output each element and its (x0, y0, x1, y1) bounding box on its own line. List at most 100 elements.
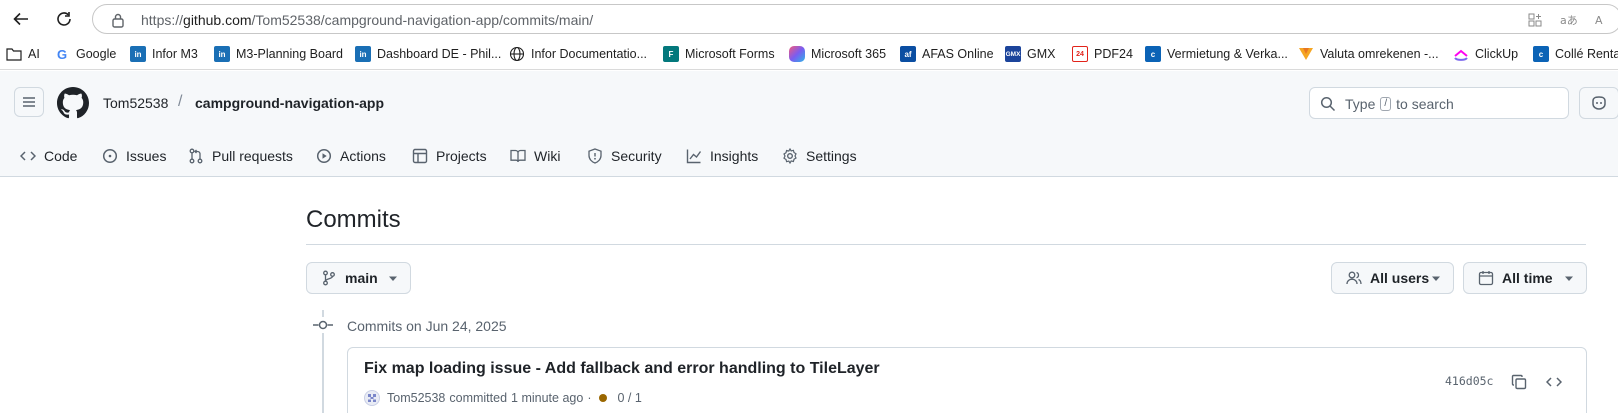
caret-down-icon (1565, 276, 1573, 281)
code-icon (20, 151, 36, 161)
bookmark-microsoft-forms[interactable]: F Microsoft Forms (663, 44, 775, 64)
globe-icon (509, 46, 525, 62)
bookmark-colle-rental[interactable]: c Collé Rental (1533, 44, 1618, 64)
bookmark-clickup[interactable]: ClickUp (1453, 44, 1518, 64)
copilot-button[interactable] (1579, 87, 1618, 119)
bookmark-valuta-omrekenen[interactable]: Valuta omrekenen -... (1298, 44, 1439, 64)
gear-icon (783, 148, 797, 164)
bookmark-dashboard-de[interactable]: in Dashboard DE - Phil... (355, 44, 501, 64)
url-path: /Tom52538/campground-navigation-app/comm… (251, 12, 594, 28)
bookmark-label: AI (28, 47, 40, 61)
breadcrumb-repo-link[interactable]: campground-navigation-app (195, 95, 384, 111)
commit-meta: Tom52538 committed 1 minute ago · 0 / 1 (364, 388, 642, 408)
tab-actions[interactable]: Actions (316, 135, 386, 177)
folder-icon (6, 46, 22, 62)
hamburger-icon (23, 97, 35, 107)
tab-label: Security (611, 148, 662, 164)
bookmark-label: Vermietung & Verka... (1167, 47, 1288, 61)
tab-settings[interactable]: Settings (782, 135, 857, 177)
tab-wiki[interactable]: Wiki (510, 135, 560, 177)
bookmark-microsoft-365[interactable]: Microsoft 365 (789, 44, 886, 64)
tab-label: Settings (806, 148, 857, 164)
tab-insights[interactable]: Insights (686, 135, 758, 177)
repo-tabs: Code Issues Pull requests Actions Projec… (0, 135, 1618, 177)
site-info-icon[interactable] (111, 12, 125, 28)
pdf24-icon: 24 (1072, 46, 1088, 62)
bookmark-ai[interactable]: AI (6, 44, 40, 64)
bookmark-label: Dashboard DE - Phil... (377, 47, 502, 61)
url-host: github.com (183, 12, 252, 28)
breadcrumb-separator: / (178, 93, 183, 110)
address-bar[interactable]: https://github.com/Tom52538/campground-n… (92, 4, 1618, 34)
app-install-icon[interactable] (1526, 11, 1544, 29)
browse-files-button[interactable] (1540, 368, 1568, 396)
github-logo-icon[interactable] (57, 87, 89, 119)
search-placeholder-prefix: Type (1345, 96, 1376, 112)
tab-issues[interactable]: Issues (102, 135, 166, 177)
tab-pull-requests[interactable]: Pull requests (188, 135, 293, 177)
commit-title-link[interactable]: Fix map loading issue - Add fallback and… (364, 360, 880, 378)
arrow-left-icon (13, 12, 28, 26)
bookmark-afas-online[interactable]: af AFAS Online (900, 44, 994, 64)
check-status-count[interactable]: 0 / 1 (617, 391, 641, 405)
caret-down-icon (389, 276, 397, 281)
search-icon (1320, 96, 1336, 112)
google-icon: G (56, 46, 68, 62)
page-title: Commits (306, 206, 401, 233)
open-menu-button[interactable] (14, 87, 44, 117)
tab-security[interactable]: Security (587, 135, 662, 177)
play-icon (316, 148, 332, 164)
read-aloud-icon[interactable]: A (1593, 11, 1611, 29)
search-placeholder-suffix: to search (1396, 96, 1454, 112)
commit-author-link[interactable]: Tom52538 (387, 391, 445, 405)
bookmark-label: PDF24 (1094, 47, 1133, 61)
bookmark-label: AFAS Online (922, 47, 994, 61)
copy-sha-button[interactable] (1505, 368, 1533, 396)
bookmark-infor-m3[interactable]: in Infor M3 (130, 44, 198, 64)
avatar[interactable] (364, 390, 380, 406)
users-filter-button[interactable]: All users (1331, 262, 1454, 294)
vermietung-icon: c (1145, 46, 1161, 62)
tab-code[interactable]: Code (20, 135, 77, 177)
commit-sha-link[interactable]: 416d05c (1445, 374, 1493, 388)
bookmark-label: M3-Planning Board (236, 47, 344, 61)
shield-icon (588, 148, 602, 164)
copilot-icon (1592, 96, 1606, 110)
branch-select-button[interactable]: main (306, 262, 411, 294)
tab-label: Issues (126, 148, 167, 164)
search-input[interactable]: Type / to search (1309, 87, 1569, 119)
infor-icon: in (130, 46, 146, 62)
bookmark-label: Infor Documentatio... (531, 47, 648, 61)
tab-label: Insights (710, 148, 759, 164)
breadcrumb-owner-link[interactable]: Tom52538 (103, 95, 168, 111)
bookmark-gmx[interactable]: GMX GMX (1005, 44, 1055, 64)
translate-icon[interactable]: aあ (1559, 11, 1577, 29)
url-text: https://github.com/Tom52538/campground-n… (141, 12, 593, 28)
graph-icon (686, 149, 702, 164)
bookmark-m3-planning-board[interactable]: in M3-Planning Board (214, 44, 343, 64)
bookmark-label: Infor M3 (152, 47, 198, 61)
caret-down-icon (1432, 276, 1440, 281)
bookmark-vermietung[interactable]: c Vermietung & Verka... (1145, 44, 1288, 64)
check-status-icon[interactable] (599, 394, 608, 402)
commit-time: 1 minute ago (511, 391, 584, 405)
tab-projects[interactable]: Projects (412, 135, 487, 177)
bookmark-infor-documentation[interactable]: Infor Documentatio... (509, 44, 647, 64)
bookmark-label: GMX (1027, 47, 1056, 61)
svg-text:A: A (1595, 14, 1603, 27)
book-icon (510, 149, 526, 163)
back-button[interactable] (7, 5, 35, 33)
tab-label: Projects (436, 148, 487, 164)
reload-button[interactable] (50, 5, 78, 33)
url-prefix: https:// (141, 12, 184, 28)
bookmark-pdf24[interactable]: 24 PDF24 (1072, 44, 1133, 64)
time-filter-button[interactable]: All time (1463, 262, 1587, 294)
forms-icon: F (663, 46, 679, 62)
branch-icon (323, 270, 335, 286)
svg-text:aあ: aあ (1560, 14, 1577, 27)
browser-toolbar: https://github.com/Tom52538/campground-n… (0, 0, 1618, 38)
bookmark-google[interactable]: G Google (54, 44, 116, 64)
commit-action-text: committed (449, 391, 508, 405)
bookmark-label: Collé Rental (1555, 47, 1618, 61)
time-filter-label: All time (1502, 270, 1553, 286)
